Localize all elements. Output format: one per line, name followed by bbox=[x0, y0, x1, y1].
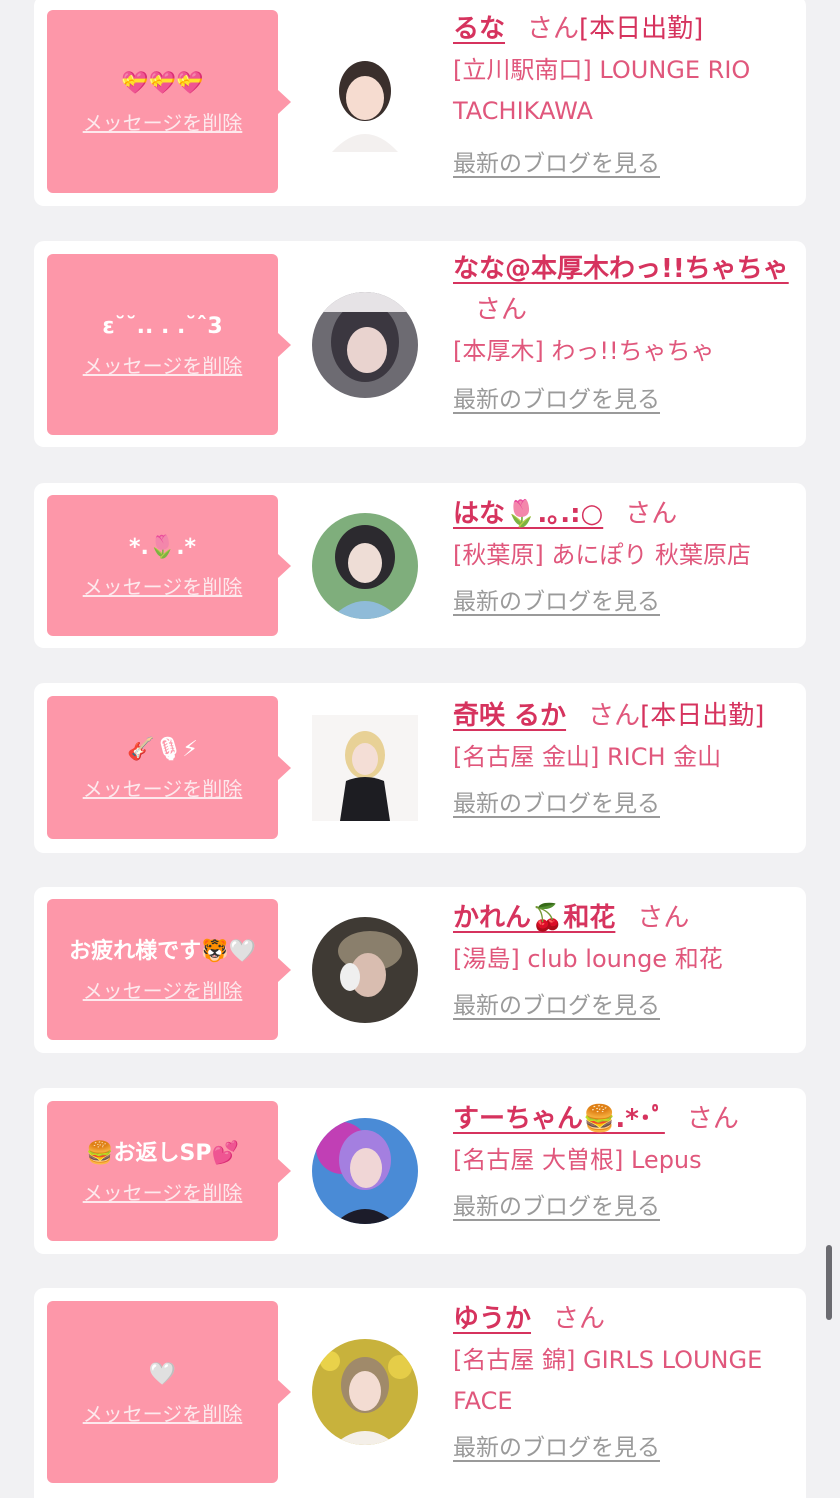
delete-message-link[interactable]: メッセージを削除 bbox=[83, 1398, 243, 1427]
avatar[interactable] bbox=[312, 1118, 418, 1224]
message-bubble: 💝💝💝 メッセージを削除 bbox=[47, 10, 291, 193]
attendance-badge: [本日出勤] bbox=[579, 14, 704, 44]
favorite-card: 🍔お返しSP💕 メッセージを削除 すーちゃん🍔.*･ﾟ さん [名古屋 大曽根] … bbox=[34, 1088, 806, 1254]
honorific: さん bbox=[637, 903, 690, 933]
latest-blog-link[interactable]: 最新のブログを見る bbox=[453, 380, 660, 420]
honorific: さん bbox=[475, 295, 528, 325]
favorite-card: ε˘˘.. . .˘ˆ3 メッセージを削除 なな@本厚木わっ!!ちゃちゃさん [… bbox=[34, 241, 806, 447]
message-bubble: お疲れ様です🐯🤍 メッセージを削除 bbox=[47, 899, 291, 1040]
message-bubble: ε˘˘.. . .˘ˆ3 メッセージを削除 bbox=[47, 254, 291, 435]
avatar[interactable] bbox=[312, 46, 418, 152]
message-bubble: *.🌷.* メッセージを削除 bbox=[47, 495, 291, 636]
store-name: [名古屋 錦] GIRLS LOUNGE FACE bbox=[453, 1346, 763, 1415]
cast-name-link[interactable]: ゆうか bbox=[453, 1304, 531, 1334]
message-text: お疲れ様です🐯🤍 bbox=[69, 939, 256, 964]
cast-name-link[interactable]: はな🌷.｡.:○ bbox=[453, 499, 603, 529]
message-bubble: 🤍 メッセージを削除 bbox=[47, 1301, 291, 1483]
cast-name-link[interactable]: るな bbox=[453, 14, 505, 44]
message-text: 🎸🎙⚡ bbox=[127, 737, 198, 762]
honorific: さん bbox=[588, 701, 641, 731]
cast-name-link[interactable]: なな@本厚木わっ!!ちゃちゃ bbox=[453, 254, 789, 284]
latest-blog-link[interactable]: 最新のブログを見る bbox=[453, 1428, 660, 1468]
delete-message-link[interactable]: メッセージを削除 bbox=[83, 975, 243, 1004]
honorific: さん bbox=[553, 1304, 606, 1334]
latest-blog-link[interactable]: 最新のブログを見る bbox=[453, 144, 660, 184]
delete-message-link[interactable]: メッセージを削除 bbox=[83, 773, 243, 802]
favorite-card: 💝💝💝 メッセージを削除 るな さん[本日出勤] [立川駅南口] LOUNGE R… bbox=[34, 0, 806, 206]
latest-blog-link[interactable]: 最新のブログを見る bbox=[453, 986, 660, 1026]
avatar[interactable] bbox=[312, 292, 418, 398]
honorific: さん bbox=[686, 1104, 739, 1134]
message-bubble: 🎸🎙⚡ メッセージを削除 bbox=[47, 696, 291, 839]
store-name: [名古屋 金山] RICH 金山 bbox=[453, 743, 722, 771]
scrollbar[interactable] bbox=[826, 1245, 832, 1320]
favorite-card: 🤍 メッセージを削除 ゆうか さん [名古屋 錦] GIRLS LOUNGE FA… bbox=[34, 1288, 806, 1498]
message-bubble: 🍔お返しSP💕 メッセージを削除 bbox=[47, 1101, 291, 1241]
message-text: ε˘˘.. . .˘ˆ3 bbox=[102, 314, 223, 339]
message-text: *.🌷.* bbox=[128, 535, 197, 560]
store-name: [秋葉原] あにぽり 秋葉原店 bbox=[453, 541, 751, 569]
avatar[interactable] bbox=[312, 917, 418, 1023]
favorite-card: お疲れ様です🐯🤍 メッセージを削除 かれん🍒和花 さん [湯島] club lou… bbox=[34, 887, 806, 1053]
delete-message-link[interactable]: メッセージを削除 bbox=[83, 350, 243, 379]
store-name: [立川駅南口] LOUNGE RIO TACHIKAWA bbox=[453, 56, 751, 125]
favorite-card: 🎸🎙⚡ メッセージを削除 奇咲 るか さん[本日出勤] [名古屋 金山] RICH… bbox=[34, 683, 806, 853]
honorific: さん bbox=[527, 14, 580, 44]
latest-blog-link[interactable]: 最新のブログを見る bbox=[453, 784, 660, 824]
honorific: さん bbox=[625, 499, 678, 529]
delete-message-link[interactable]: メッセージを削除 bbox=[83, 571, 243, 600]
cast-name-link[interactable]: 奇咲 るか bbox=[453, 701, 566, 731]
store-name: [湯島] club lounge 和花 bbox=[453, 945, 723, 973]
delete-message-link[interactable]: メッセージを削除 bbox=[83, 1177, 243, 1206]
cast-name-link[interactable]: かれん🍒和花 bbox=[453, 903, 615, 933]
store-name: [名古屋 大曽根] Lepus bbox=[453, 1146, 702, 1174]
delete-message-link[interactable]: メッセージを削除 bbox=[83, 107, 243, 136]
attendance-badge: [本日出勤] bbox=[640, 701, 765, 731]
favorite-card: *.🌷.* メッセージを削除 はな🌷.｡.:○ さん [秋葉原] あにぽり 秋葉原… bbox=[34, 483, 806, 648]
message-text: 🍔お返しSP💕 bbox=[86, 1140, 239, 1166]
cast-name-link[interactable]: すーちゃん🍔.*･ﾟ bbox=[453, 1104, 665, 1134]
avatar[interactable] bbox=[312, 715, 418, 821]
message-text: 🤍 bbox=[148, 1361, 177, 1387]
avatar[interactable] bbox=[312, 513, 418, 619]
message-text: 💝💝💝 bbox=[121, 71, 204, 96]
store-name: [本厚木] わっ!!ちゃちゃ bbox=[453, 337, 715, 365]
avatar[interactable] bbox=[312, 1339, 418, 1445]
latest-blog-link[interactable]: 最新のブログを見る bbox=[453, 582, 660, 622]
latest-blog-link[interactable]: 最新のブログを見る bbox=[453, 1187, 660, 1227]
